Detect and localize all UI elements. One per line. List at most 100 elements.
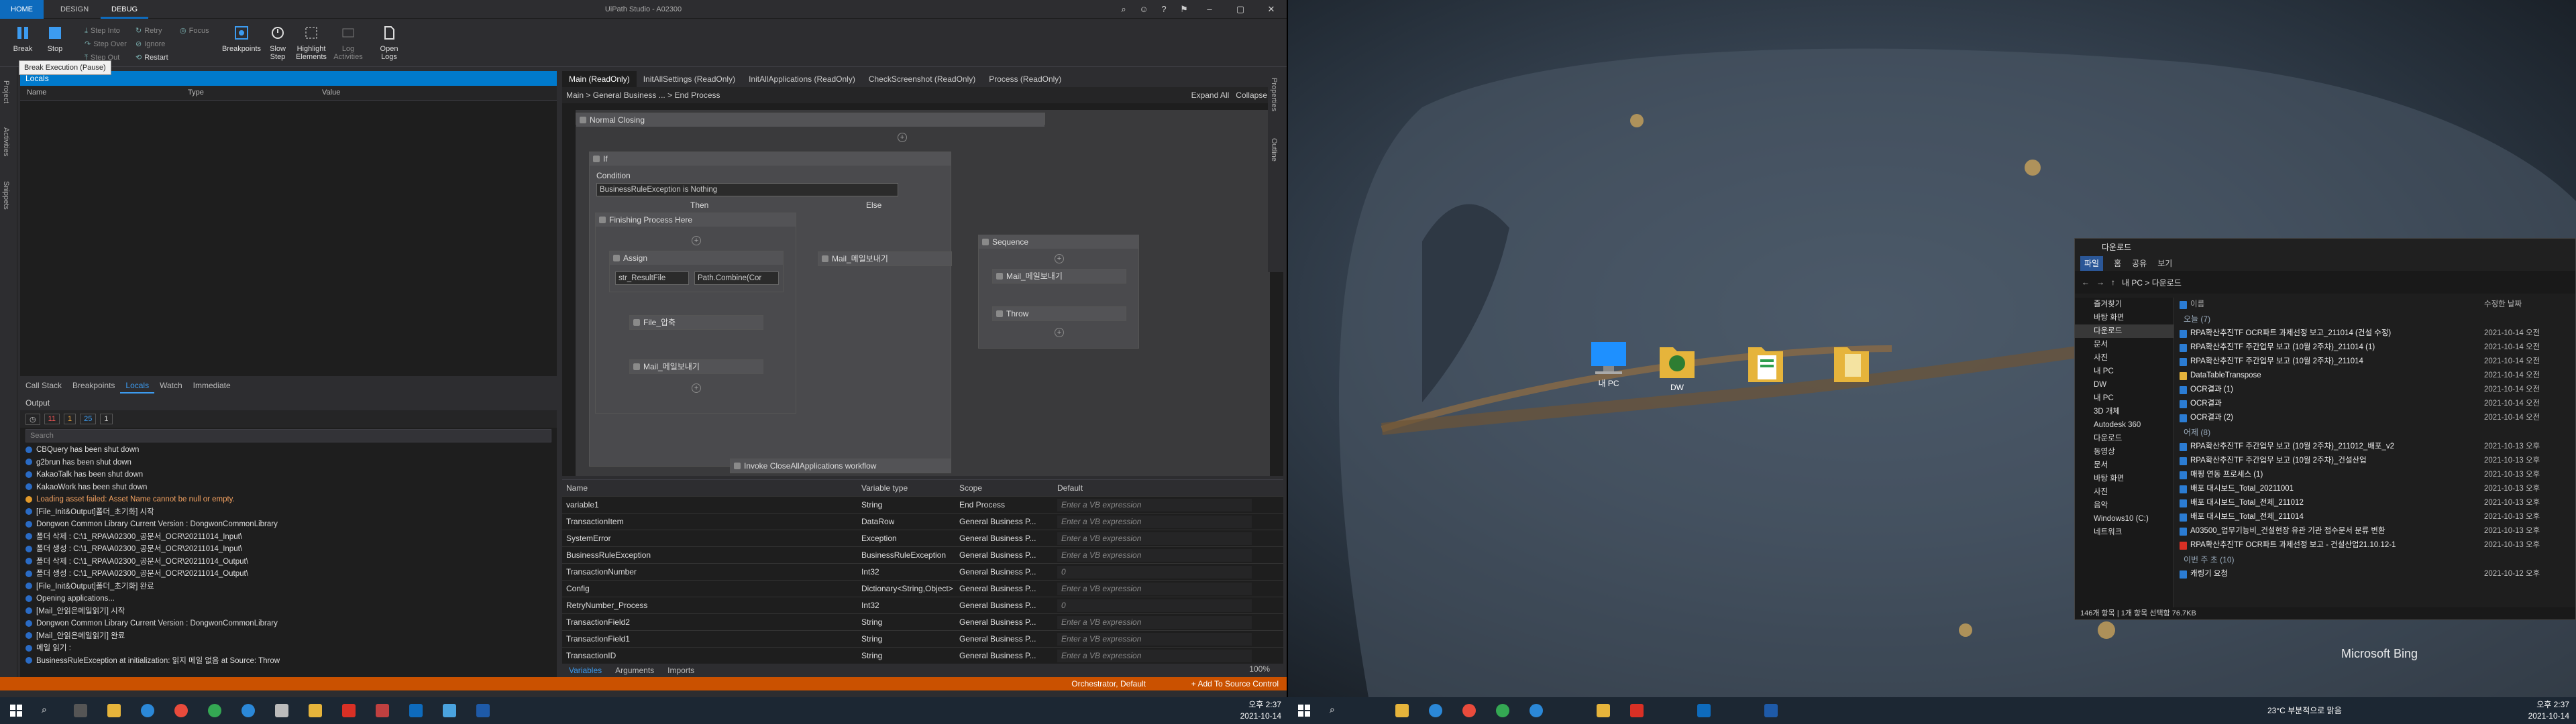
chrome-icon[interactable] — [208, 704, 221, 717]
ribbon-tab-file[interactable]: 파일 — [2080, 256, 2104, 271]
doc-tab-main[interactable]: Main (ReadOnly) — [562, 71, 637, 87]
user-icon[interactable]: ☺ — [1134, 0, 1154, 19]
trace-count[interactable]: 1 — [100, 414, 113, 424]
weather-widget[interactable]: 23°C 부분적으로 맑음 — [2267, 705, 2342, 716]
nav-item[interactable]: 다운로드 — [2075, 432, 2174, 445]
rail-tab-activities[interactable]: Activities — [2, 127, 10, 156]
sticky-notes-icon[interactable] — [1597, 704, 1610, 717]
breakpoints-button[interactable]: Breakpoints — [221, 23, 262, 53]
output-line[interactable]: [Mail_안읽은메일읽기] 완료 — [25, 630, 551, 643]
desktop-icon-folder[interactable] — [1818, 341, 1885, 387]
variable-default[interactable]: Enter a VB expression — [1057, 583, 1252, 595]
file-row[interactable]: RPA확산추진TF OCR파트 과제선정 보고 - 건설산업21.10.12-1… — [2176, 538, 2575, 552]
variable-default[interactable]: Enter a VB expression — [1057, 532, 1252, 545]
clock-filter-icon[interactable]: ◷ — [25, 413, 40, 425]
group-header[interactable]: 이번 주 초 (10) — [2176, 552, 2575, 567]
tab-breakpoints[interactable]: Breakpoints — [67, 377, 120, 394]
variable-default[interactable]: 0 — [1057, 599, 1252, 612]
nav-item[interactable]: 바탕 화면 — [2075, 472, 2174, 485]
output-line[interactable]: BusinessRuleException at initialization:… — [25, 655, 551, 668]
chrome-icon[interactable] — [1462, 704, 1476, 717]
chrome-icon[interactable] — [1496, 704, 1509, 717]
open-logs-button[interactable]: Open Logs — [374, 23, 404, 61]
sequence-activity[interactable]: Sequence + Mail_메일보내기 Throw + — [978, 235, 1139, 349]
group-header[interactable]: 어제 (8) — [2176, 425, 2575, 440]
highlight-elements-button[interactable]: Highlight Elements — [292, 23, 330, 61]
tab-locals[interactable]: Locals — [120, 377, 155, 394]
col-date-header[interactable]: 수정한 날짜 — [2484, 298, 2522, 312]
add-activity-plus[interactable]: + — [898, 133, 907, 142]
doc-tab-checkscreenshot[interactable]: CheckScreenshot (ReadOnly) — [862, 71, 982, 87]
rail-tab-properties[interactable]: Properties — [1270, 78, 1278, 111]
output-line[interactable]: 메일 읽기 : — [25, 642, 551, 655]
file-row[interactable]: 배포 대시보드_Total_20211001 2021-10-13 오후 — [2176, 482, 2575, 496]
stop-button[interactable]: Stop — [40, 23, 70, 53]
warning-count[interactable]: 1 — [64, 414, 76, 424]
nav-item[interactable]: 다운로드 — [2075, 324, 2174, 338]
file-explorer-icon[interactable] — [1395, 704, 1409, 717]
col-value[interactable]: Value — [322, 88, 340, 97]
file-row[interactable]: OCR결과 (1) 2021-10-14 오전 — [2176, 383, 2575, 397]
normal-closing-activity[interactable]: Normal Closing — [576, 113, 1045, 127]
nav-item[interactable]: 네트워크 — [2075, 526, 2174, 539]
break-button[interactable]: Break — [8, 23, 38, 53]
file-row[interactable]: RPA확산추진TF OCR파트 과제선정 보고_211014 (건설 수정) 20… — [2176, 326, 2575, 341]
mail-send-else-activity[interactable]: Mail_메일보내기 — [818, 251, 952, 266]
output-line[interactable]: Loading asset failed: Asset Name cannot … — [25, 493, 551, 506]
assign-to-input[interactable]: str_ResultFile — [615, 272, 689, 285]
tab-home[interactable]: HOME — [0, 0, 44, 19]
output-line[interactable]: Dongwon Common Library Current Version :… — [25, 617, 551, 630]
file-row[interactable]: DataTableTranspose 2021-10-14 오전 — [2176, 369, 2575, 383]
pdf-icon[interactable] — [342, 704, 356, 717]
crumb-end-process[interactable]: End Process — [674, 90, 720, 100]
file-explorer-icon[interactable] — [107, 704, 121, 717]
slow-step-button[interactable]: Slow Step — [263, 23, 292, 61]
doc-tab-process[interactable]: Process (ReadOnly) — [982, 71, 1068, 87]
nav-item[interactable]: 내 PC — [2075, 365, 2174, 378]
output-line[interactable]: [File_Init&Output]폴더_초기화] 완료 — [25, 581, 551, 593]
app-icon[interactable] — [275, 704, 288, 717]
app-icon[interactable] — [476, 704, 490, 717]
info-count[interactable]: 25 — [80, 414, 97, 424]
start-button[interactable] — [9, 704, 23, 717]
nav-item[interactable]: 사진 — [2075, 485, 2174, 499]
nav-item[interactable]: 내 PC — [2075, 391, 2174, 405]
rail-tab-snippets[interactable]: Snippets — [2, 181, 10, 210]
output-search[interactable]: Search — [25, 429, 551, 442]
variable-row[interactable]: Config Dictionary<String,Object> General B… — [562, 581, 1283, 597]
add-activity-plus[interactable]: + — [1055, 254, 1064, 263]
nav-item[interactable]: 3D 개체 — [2075, 405, 2174, 418]
file-row[interactable]: RPA확산추진TF 주간업무 보고 (10월 2주차)_건설산업 2021-10-… — [2176, 454, 2575, 468]
nav-item[interactable]: 음악 — [2075, 499, 2174, 512]
file-zip-activity[interactable]: File_압축 — [629, 315, 763, 330]
close-button[interactable]: ✕ — [1256, 0, 1287, 19]
output-line[interactable]: Opening applications... — [25, 593, 551, 605]
help-icon[interactable]: ? — [1154, 0, 1174, 19]
add-activity-plus[interactable]: + — [692, 236, 701, 245]
back-icon[interactable]: ← — [2082, 278, 2090, 287]
step-into-button[interactable]: ⤓ Step Into — [85, 24, 120, 38]
variable-row[interactable]: TransactionItem DataRow General Business P… — [562, 514, 1283, 530]
variable-row[interactable]: SystemError Exception General Business P..… — [562, 530, 1283, 547]
if-activity[interactable]: If Condition BusinessRuleException is No… — [589, 152, 952, 467]
file-row[interactable]: 캐링기 요청 2021-10-12 오후 — [2176, 567, 2575, 581]
throw-activity[interactable]: Throw — [992, 306, 1126, 321]
variable-row[interactable]: variable1 String End Process Enter a VB exp… — [562, 497, 1283, 514]
variable-default[interactable]: 0 — [1057, 566, 1252, 579]
orchestrator-status[interactable]: Orchestrator, Default — [1071, 677, 1146, 690]
nav-item[interactable]: Autodesk 360 — [2075, 418, 2174, 432]
tab-watch[interactable]: Watch — [154, 377, 188, 394]
col-name[interactable]: Name — [27, 88, 46, 97]
ribbon-tab-view[interactable]: 보기 — [2157, 256, 2172, 271]
source-control-button[interactable]: + Add To Source Control — [1191, 677, 1279, 690]
variable-row[interactable]: TransactionField2 String General Business … — [562, 614, 1283, 631]
output-line[interactable]: 폴더 생성 : C:\1_RPA\A02300_공문서_OCR\20211014… — [25, 543, 551, 556]
tab-variables[interactable]: Variables — [562, 666, 608, 675]
doc-tab-initallsettings[interactable]: InitAllSettings (ReadOnly) — [637, 71, 742, 87]
file-row[interactable]: OCR결과 2021-10-14 오전 — [2176, 397, 2575, 411]
app-icon[interactable] — [1764, 704, 1778, 717]
assign-activity[interactable]: Assign str_ResultFile Path.Combine(Cor — [609, 251, 784, 292]
variable-row[interactable]: TransactionID String General Business P...… — [562, 648, 1283, 664]
nav-item[interactable]: 동영상 — [2075, 445, 2174, 459]
variable-row[interactable]: TransactionField1 String General Business … — [562, 631, 1283, 648]
